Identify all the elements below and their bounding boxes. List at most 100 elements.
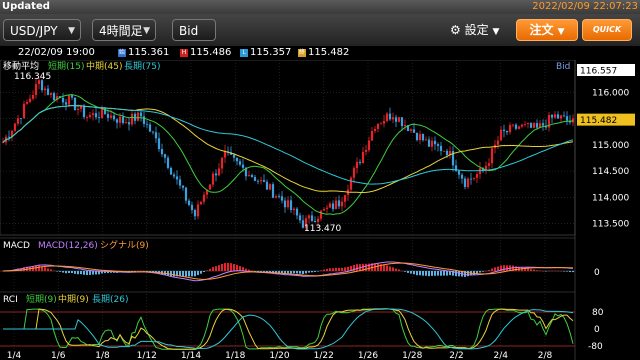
macd-bar — [215, 266, 217, 271]
candle-body — [460, 174, 464, 179]
candle-body — [214, 173, 218, 176]
order-button[interactable]: 注文 ▼ — [516, 19, 578, 41]
rci-line — [3, 308, 574, 350]
candle-body — [292, 208, 296, 211]
candle-body — [436, 144, 440, 146]
price-type-select[interactable]: Bid — [172, 19, 216, 41]
ohlc-close: 終 115.482 — [298, 47, 349, 59]
ma-title: 移動平均 — [3, 60, 39, 72]
candle-body — [400, 117, 404, 127]
candle-body — [286, 200, 290, 208]
macd-bar — [365, 263, 367, 271]
macd-bar — [62, 271, 64, 273]
macd-bar — [65, 271, 67, 274]
candle-body — [280, 196, 284, 201]
macd-bar — [416, 271, 418, 276]
interval-select[interactable]: 4時間足 ▼ — [92, 19, 156, 41]
candle-body — [136, 112, 140, 121]
top-price: 116.557 — [580, 67, 617, 77]
macd-bar — [395, 268, 397, 271]
high-marker: 116.345 — [14, 72, 51, 82]
current-price: 115.482 — [580, 116, 617, 126]
open-tag-icon: 始 — [118, 49, 126, 57]
candle-body — [331, 203, 335, 210]
ohlc-high: H 115.486 — [180, 47, 231, 59]
currency-pair-select[interactable]: USD/JPY ▼ — [3, 19, 81, 41]
candle-body — [199, 201, 203, 205]
macd-bar — [404, 271, 406, 272]
macd-bar — [140, 270, 142, 272]
rci-line — [3, 308, 574, 350]
candle-body — [502, 129, 506, 132]
date-label: 2/2 — [449, 351, 463, 360]
candle-body — [445, 150, 449, 155]
macd-bar — [170, 271, 172, 277]
candle-body — [31, 94, 35, 99]
candle-body — [535, 123, 539, 128]
candle-body — [541, 123, 545, 126]
candle-body — [283, 200, 287, 208]
rci-mid-label: 中期(9) — [58, 293, 89, 305]
candle-body — [1, 142, 5, 144]
macd-bar — [83, 271, 85, 275]
macd-bar — [53, 270, 55, 272]
candle-body — [67, 95, 71, 105]
quick-order-button[interactable]: QUICK — [582, 19, 632, 41]
macd-bar — [296, 271, 298, 274]
macd-bar — [407, 271, 409, 273]
candle-body — [532, 123, 536, 128]
candle-body — [268, 184, 272, 190]
price-tick-label: 113.500 — [592, 219, 629, 229]
candle-body — [433, 140, 437, 145]
macd-bar — [431, 271, 433, 276]
candle-body — [235, 157, 239, 162]
candle-body — [85, 116, 89, 118]
candle-body — [337, 200, 341, 207]
candle-body — [13, 123, 17, 131]
candle-body — [151, 131, 155, 133]
candle-body — [388, 113, 392, 120]
price-tick-label: 116.000 — [592, 88, 629, 98]
candle-body — [256, 180, 260, 182]
macd-bar — [515, 266, 517, 271]
candle-body — [7, 136, 11, 138]
candle-body — [487, 163, 491, 166]
candle-body — [520, 124, 524, 127]
candle-body — [364, 150, 368, 152]
candle-body — [334, 200, 338, 210]
candle-body — [106, 114, 110, 118]
macd-bar — [383, 264, 385, 271]
macd-bar — [413, 271, 415, 275]
macd-bar — [392, 267, 394, 271]
macd-bar — [455, 271, 457, 277]
candle-body — [394, 117, 398, 122]
settings-button[interactable]: ⚙ 設定 ▼ — [450, 19, 499, 41]
macd-bar — [320, 270, 322, 271]
macd-bar — [401, 270, 403, 272]
rci-title: RCI — [3, 295, 18, 305]
ohlc-low: L 115.357 — [240, 47, 291, 59]
candle-body — [265, 181, 269, 190]
candle-body — [391, 117, 395, 120]
macd-bar — [86, 271, 88, 276]
macd-bar — [434, 271, 436, 276]
macd-bar — [182, 271, 184, 277]
candle-body — [130, 113, 134, 125]
date-label: 1/6 — [51, 351, 66, 360]
macd-bar — [200, 271, 202, 274]
chevron-down-icon: ▼ — [143, 26, 150, 36]
candle-body — [430, 140, 434, 147]
macd-bar — [44, 267, 46, 271]
price-axis: 116.000115.500115.000114.500114.000113.5… — [592, 88, 629, 229]
candle-body — [328, 203, 332, 208]
macd-bar — [227, 262, 229, 271]
ma-mid-label: 中期(45) — [86, 60, 122, 72]
price-chart[interactable]: 移動平均 短期(15) 中期(45) 長期(75) Bid 116.345 11… — [0, 60, 640, 360]
candle-body — [355, 161, 359, 169]
macd-bar — [68, 271, 70, 274]
candle-body — [565, 116, 569, 121]
macd-bar — [467, 271, 469, 277]
macd-bar — [293, 271, 295, 274]
candle-body — [439, 145, 443, 152]
candle-body — [373, 128, 377, 132]
